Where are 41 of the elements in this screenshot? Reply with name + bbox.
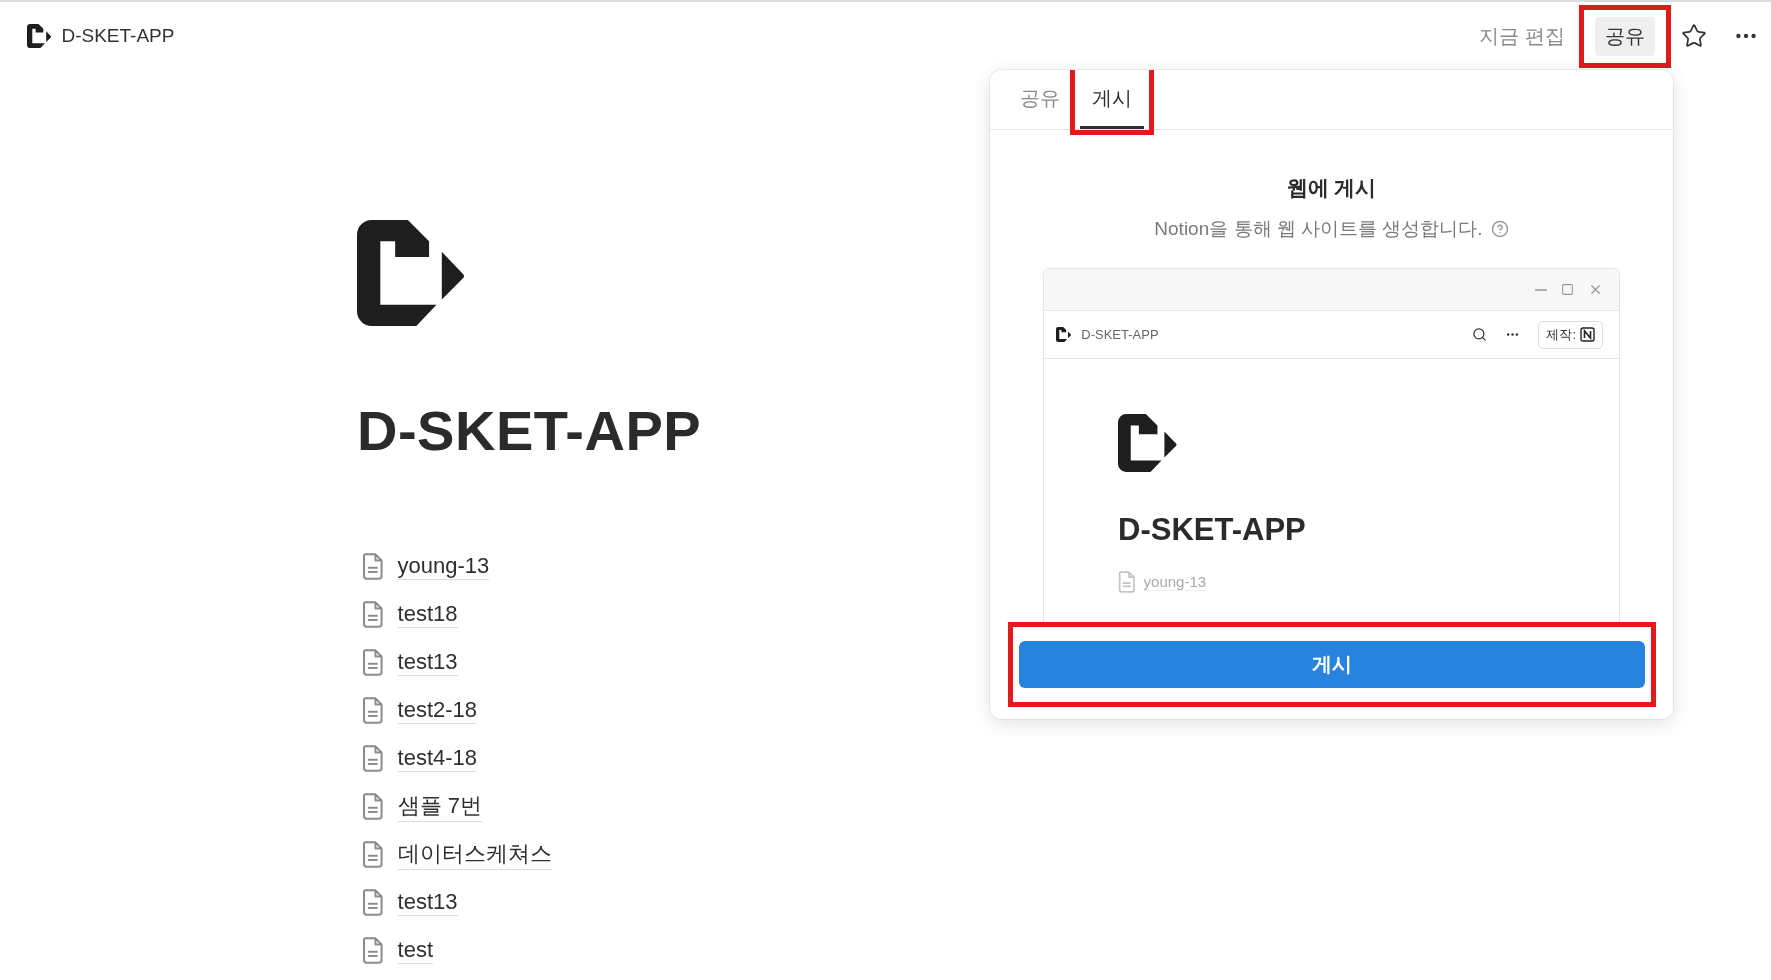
- page-title: D-SKET-APP: [357, 398, 702, 463]
- document-icon: [362, 888, 384, 916]
- document-icon: [362, 744, 384, 772]
- document-icon: [362, 936, 384, 964]
- page-link[interactable]: test13: [397, 888, 458, 916]
- preview-title: D-SKET-APP: [1118, 512, 1307, 548]
- breadcrumb-title[interactable]: D-SKET-APP: [61, 25, 175, 47]
- page-link[interactable]: test4-18: [397, 744, 478, 772]
- document-icon: [362, 552, 384, 580]
- document-icon: [362, 840, 384, 868]
- page-link[interactable]: test13: [397, 648, 458, 676]
- minimize-icon: [1535, 288, 1547, 291]
- page-logo-icon: [357, 220, 466, 326]
- star-icon[interactable]: [1681, 23, 1707, 49]
- page-link[interactable]: test: [397, 936, 434, 964]
- close-icon: [1588, 282, 1603, 297]
- made-with-badge[interactable]: 제작:: [1538, 320, 1603, 349]
- publish-button[interactable]: 게시: [1019, 641, 1645, 688]
- page-link[interactable]: test18: [397, 600, 458, 628]
- app-logo-icon: [1580, 327, 1595, 342]
- publish-heading: 웹에 게시: [1286, 175, 1377, 201]
- help-icon[interactable]: [1490, 220, 1509, 238]
- page-link[interactable]: 데이터스케쳐스: [397, 838, 552, 870]
- popover-tab[interactable]: 게시: [1080, 70, 1144, 129]
- edit-status: 지금 편집: [1479, 23, 1565, 49]
- page-link[interactable]: young-13: [397, 552, 490, 580]
- document-icon: [362, 648, 384, 676]
- share-button[interactable]: 공유: [1595, 16, 1655, 56]
- document-icon: [1118, 571, 1136, 593]
- page-link[interactable]: 샘플 7번: [397, 790, 482, 822]
- logo-icon: [27, 24, 52, 48]
- document-icon: [362, 792, 384, 820]
- preview-breadcrumb: D-SKET-APP: [1081, 327, 1160, 342]
- page-link[interactable]: test2-18: [397, 696, 478, 724]
- document-icon: [362, 600, 384, 628]
- preview-logo-icon: [1056, 327, 1072, 342]
- search-icon: [1472, 327, 1488, 342]
- preview-page-logo-icon: [1118, 414, 1178, 472]
- publish-description: Notion을 통해 웹 사이트를 생성합니다.: [1154, 217, 1483, 241]
- maximize-icon: [1561, 283, 1574, 296]
- document-icon: [362, 696, 384, 724]
